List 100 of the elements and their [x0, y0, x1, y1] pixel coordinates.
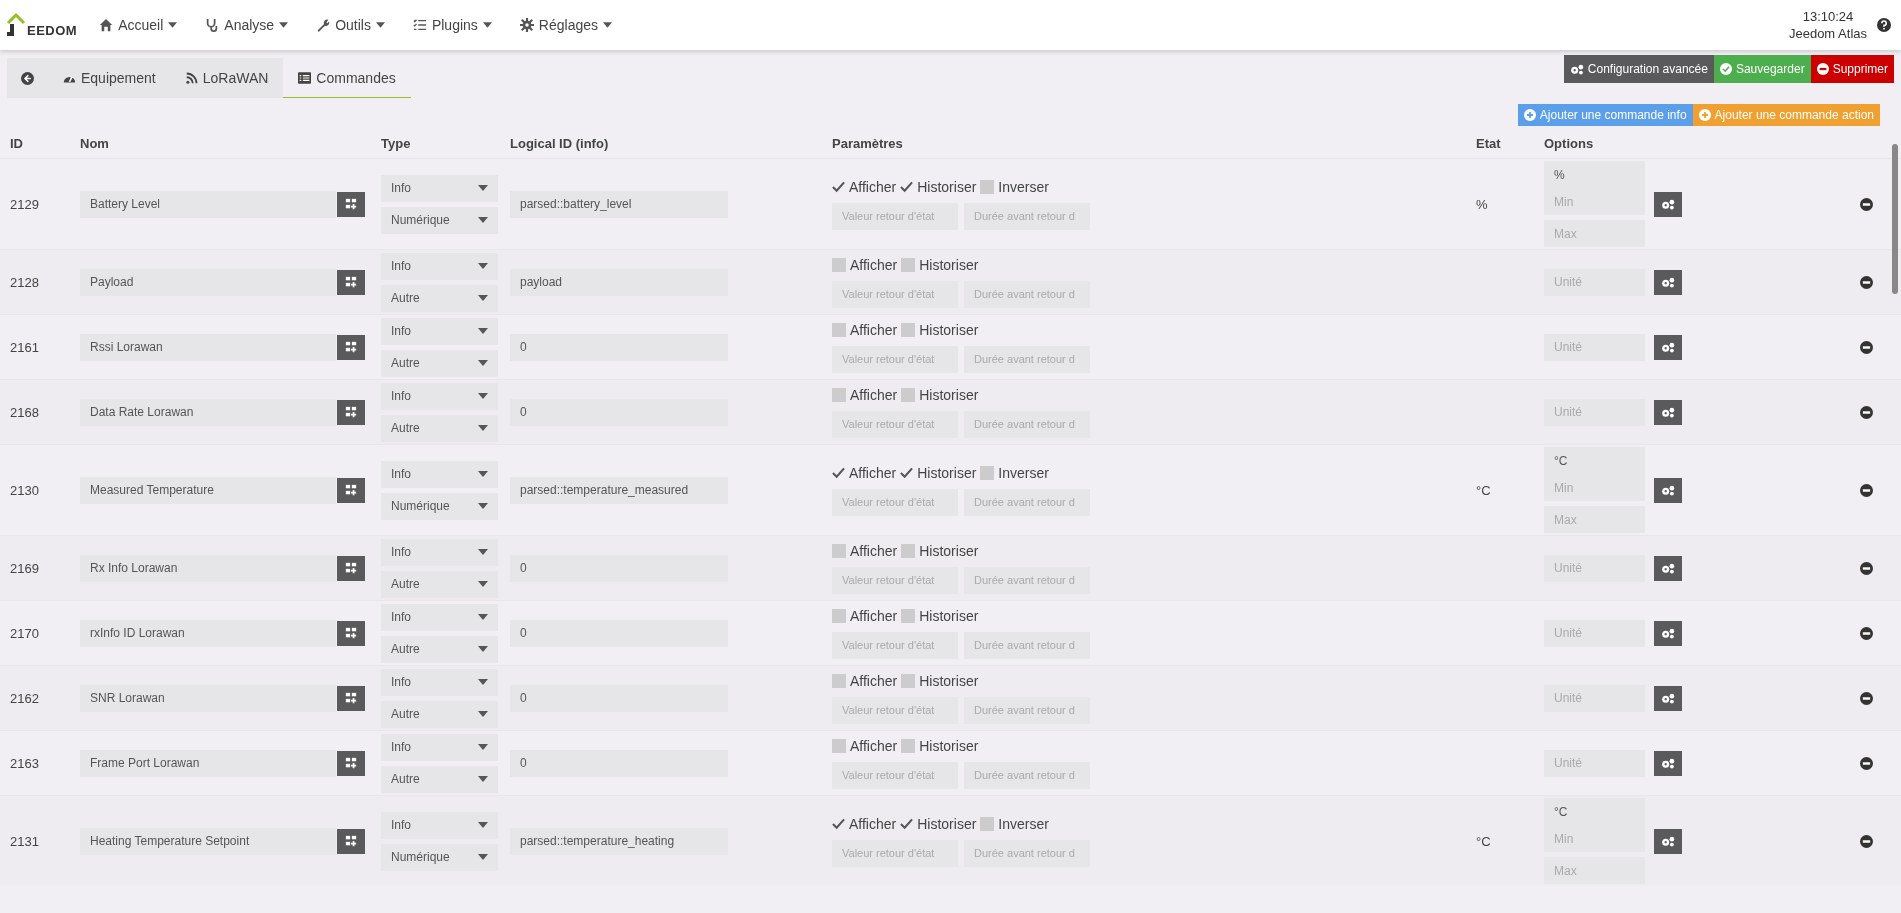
remove-icon[interactable]	[1860, 834, 1873, 848]
subtype-select[interactable]: Autre	[381, 349, 498, 377]
tab[interactable]: Commandes	[283, 58, 411, 98]
action-button[interactable]: Configuration avancée	[1563, 55, 1714, 83]
checkbox-option[interactable]: Inverser	[980, 178, 1049, 195]
checkbox-option[interactable]: Historiser	[901, 607, 979, 624]
max-field[interactable]: Max	[1544, 857, 1645, 884]
nav-menu[interactable]: Réglages	[519, 17, 612, 33]
unit-field[interactable]: Unité	[1544, 554, 1645, 582]
checkbox-option[interactable]: Afficher	[832, 542, 898, 559]
settings-button[interactable]	[1654, 191, 1682, 217]
checkbox-option[interactable]: Inverser	[980, 815, 1049, 832]
settings-button[interactable]	[1654, 269, 1682, 295]
type-select[interactable]: Info	[381, 603, 498, 631]
return-value-field[interactable]: Valeur retour d'état	[832, 488, 958, 516]
type-select[interactable]: Info	[381, 460, 498, 488]
name-field[interactable]: Rssi Lorawan	[80, 333, 336, 361]
unit-field[interactable]: Unité	[1544, 268, 1645, 296]
nav-menu[interactable]: Analyse	[205, 17, 289, 33]
icon-button[interactable]	[337, 828, 365, 854]
return-delay-field[interactable]: Durée avant retour d	[964, 202, 1090, 230]
logical-id-field[interactable]: 0	[510, 684, 728, 712]
name-field[interactable]: Battery Level	[80, 190, 336, 218]
checkbox-option[interactable]: Afficher	[832, 178, 897, 195]
icon-button[interactable]	[337, 620, 365, 646]
return-value-field[interactable]: Valeur retour d'état	[832, 696, 958, 724]
return-value-field[interactable]: Valeur retour d'état	[832, 202, 958, 230]
checkbox-option[interactable]: Historiser	[900, 815, 977, 832]
checkbox-option[interactable]: Afficher	[832, 386, 898, 403]
subtype-select[interactable]: Autre	[381, 700, 498, 728]
subtype-select[interactable]: Autre	[381, 635, 498, 663]
type-select[interactable]: Info	[381, 174, 498, 202]
icon-button[interactable]	[337, 477, 365, 503]
nav-menu[interactable]: Accueil	[99, 17, 178, 33]
subtype-select[interactable]: Numérique	[381, 843, 498, 871]
remove-icon[interactable]	[1860, 561, 1873, 575]
checkbox-option[interactable]: Inverser	[980, 464, 1049, 481]
logical-id-field[interactable]: 0	[510, 333, 728, 361]
type-select[interactable]: Info	[381, 733, 498, 761]
settings-button[interactable]	[1654, 750, 1682, 776]
icon-button[interactable]	[337, 334, 365, 360]
checkbox-option[interactable]: Historiser	[901, 542, 979, 559]
logical-id-field[interactable]: parsed::battery_level	[510, 190, 728, 218]
tab[interactable]: LoRaWAN	[170, 58, 284, 98]
unit-field[interactable]: °C	[1544, 447, 1645, 474]
remove-icon[interactable]	[1860, 405, 1873, 419]
checkbox-option[interactable]: Historiser	[900, 464, 977, 481]
checkbox-option[interactable]: Historiser	[901, 386, 979, 403]
remove-icon[interactable]	[1860, 275, 1873, 289]
checkbox-option[interactable]: Afficher	[832, 256, 898, 273]
icon-button[interactable]	[337, 399, 365, 425]
subtype-select[interactable]: Numérique	[381, 206, 498, 234]
return-value-field[interactable]: Valeur retour d'état	[832, 839, 958, 867]
nav-menu[interactable]: Plugins	[412, 17, 492, 33]
type-select[interactable]: Info	[381, 811, 498, 839]
remove-icon[interactable]	[1860, 483, 1873, 497]
unit-field[interactable]: Unité	[1544, 333, 1645, 361]
type-select[interactable]: Info	[381, 317, 498, 345]
unit-field[interactable]: Unité	[1544, 398, 1645, 426]
name-field[interactable]: Payload	[80, 268, 336, 296]
settings-button[interactable]	[1654, 620, 1682, 646]
name-field[interactable]: Data Rate Lorawan	[80, 398, 336, 426]
return-value-field[interactable]: Valeur retour d'état	[832, 345, 958, 373]
checkbox-option[interactable]: Afficher	[832, 737, 898, 754]
checkbox-option[interactable]: Historiser	[901, 321, 979, 338]
subtype-select[interactable]: Autre	[381, 414, 498, 442]
name-field[interactable]: rxInfo ID Lorawan	[80, 619, 336, 647]
icon-button[interactable]	[337, 750, 365, 776]
return-value-field[interactable]: Valeur retour d'état	[832, 280, 958, 308]
return-value-field[interactable]: Valeur retour d'état	[832, 566, 958, 594]
logical-id-field[interactable]: 0	[510, 619, 728, 647]
logical-id-field[interactable]: parsed::temperature_heating	[510, 827, 728, 855]
return-delay-field[interactable]: Durée avant retour d	[964, 761, 1090, 789]
remove-icon[interactable]	[1860, 756, 1873, 770]
icon-button[interactable]	[337, 269, 365, 295]
checkbox-option[interactable]: Afficher	[832, 672, 898, 689]
logical-id-field[interactable]: 0	[510, 554, 728, 582]
settings-button[interactable]	[1654, 477, 1682, 503]
logical-id-field[interactable]: 0	[510, 749, 728, 777]
unit-field[interactable]: °C	[1544, 798, 1645, 825]
type-select[interactable]: Info	[381, 382, 498, 410]
name-field[interactable]: Frame Port Lorawan	[80, 749, 336, 777]
logical-id-field[interactable]: parsed::temperature_measured	[510, 476, 728, 504]
max-field[interactable]: Max	[1544, 220, 1645, 247]
min-field[interactable]: Min	[1544, 474, 1645, 501]
name-field[interactable]: Rx Info Lorawan	[80, 554, 336, 582]
icon-button[interactable]	[337, 191, 365, 217]
remove-icon[interactable]	[1860, 691, 1873, 705]
icon-button[interactable]	[337, 685, 365, 711]
return-value-field[interactable]: Valeur retour d'état	[832, 410, 958, 438]
name-field[interactable]: Measured Temperature	[80, 476, 336, 504]
return-delay-field[interactable]: Durée avant retour d	[964, 631, 1090, 659]
settings-button[interactable]	[1654, 555, 1682, 581]
action-button[interactable]: Supprimer	[1810, 55, 1894, 83]
logical-id-field[interactable]: payload	[510, 268, 728, 296]
checkbox-option[interactable]: Historiser	[901, 672, 979, 689]
settings-button[interactable]	[1654, 334, 1682, 360]
return-delay-field[interactable]: Durée avant retour d	[964, 345, 1090, 373]
max-field[interactable]: Max	[1544, 506, 1645, 533]
icon-button[interactable]	[337, 555, 365, 581]
